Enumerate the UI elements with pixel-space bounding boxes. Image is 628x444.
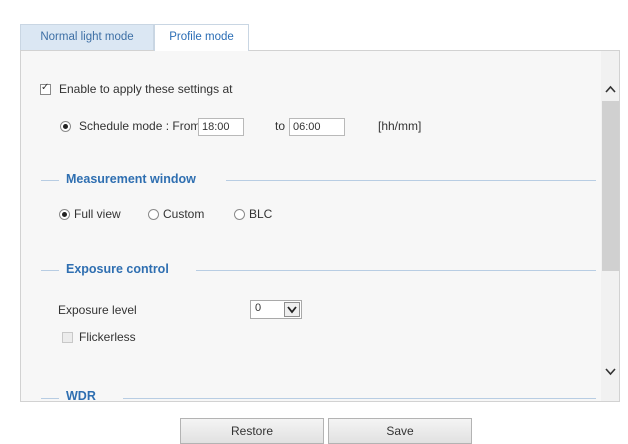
- exposure-control-title: Exposure control: [66, 262, 169, 276]
- panel-scrollbar[interactable]: [601, 51, 619, 401]
- schedule-mode-radio[interactable]: [60, 121, 71, 132]
- schedule-to-input[interactable]: 06:00: [289, 118, 345, 136]
- schedule-unit-label: [hh/mm]: [378, 119, 422, 133]
- custom-label: Custom: [163, 207, 205, 221]
- wdr-divider-left: [41, 398, 59, 399]
- tab-profile-mode[interactable]: Profile mode: [154, 24, 249, 51]
- tab-normal-light-mode[interactable]: Normal light mode: [20, 24, 154, 50]
- schedule-mode-label: Schedule mode : From: [79, 119, 201, 133]
- schedule-from-input[interactable]: 18:00: [198, 118, 244, 136]
- save-button[interactable]: Save: [328, 418, 472, 444]
- scroll-thumb[interactable]: [602, 101, 619, 271]
- wdr-divider-right: [123, 398, 596, 399]
- exposure-level-value: 0: [255, 302, 262, 314]
- scroll-up-icon[interactable]: [604, 83, 617, 96]
- exposure-level-select[interactable]: 0: [250, 300, 302, 319]
- blc-radio[interactable]: [234, 209, 245, 220]
- flickerless-checkbox[interactable]: [62, 332, 73, 343]
- custom-radio[interactable]: [148, 209, 159, 220]
- restore-button[interactable]: Restore: [180, 418, 324, 444]
- scroll-down-icon[interactable]: [604, 365, 617, 378]
- measurement-window-title: Measurement window: [66, 172, 196, 186]
- wdr-title: WDR: [66, 389, 96, 402]
- exposure-divider-right: [196, 270, 596, 271]
- full-view-label: Full view: [74, 207, 121, 221]
- flickerless-label: Flickerless: [79, 330, 136, 344]
- settings-panel: Enable to apply these settings at Schedu…: [20, 50, 620, 402]
- schedule-to-label: to: [275, 119, 286, 133]
- enable-checkbox[interactable]: [40, 82, 51, 95]
- measurement-divider-right: [226, 180, 596, 181]
- enable-label: Enable to apply these settings at: [59, 82, 233, 96]
- blc-label: BLC: [249, 207, 273, 221]
- exposure-level-label: Exposure level: [58, 303, 137, 317]
- measurement-divider-left: [41, 180, 59, 181]
- chevron-down-icon: [284, 302, 300, 317]
- full-view-radio[interactable]: [59, 209, 70, 220]
- exposure-divider-left: [41, 270, 59, 271]
